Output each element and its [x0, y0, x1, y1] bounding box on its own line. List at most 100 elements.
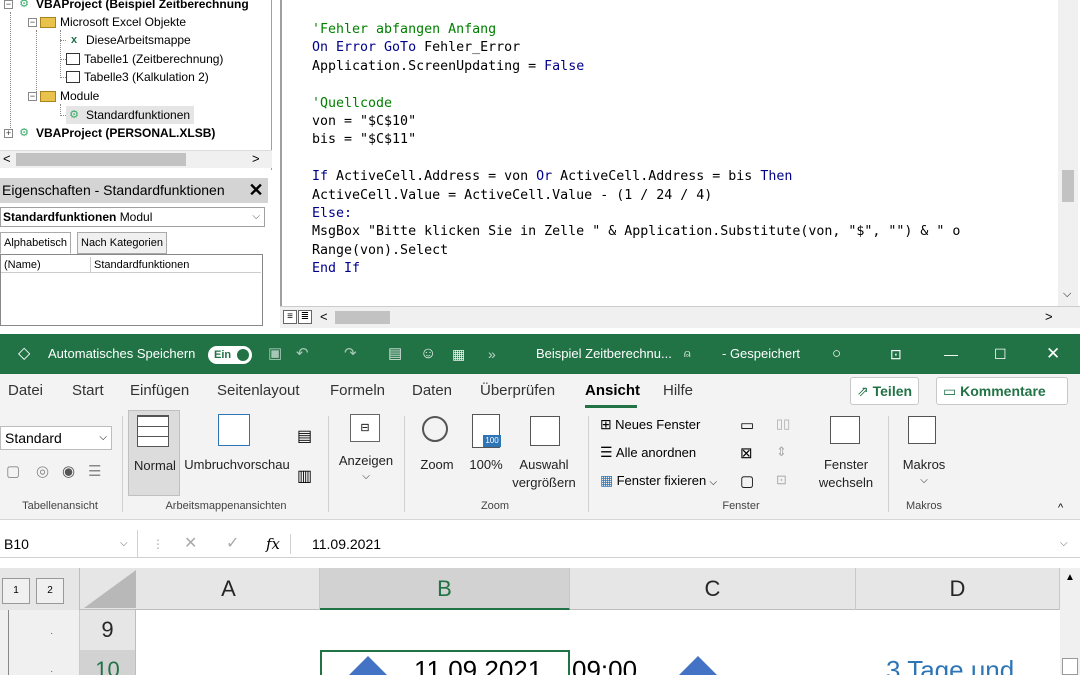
tab-datei[interactable]: Datei: [8, 374, 43, 410]
code-line[interactable]: If ActiveCell.Address = von Or ActiveCel…: [312, 168, 792, 186]
maximize-icon[interactable]: ☐: [994, 334, 1007, 374]
scroll-left-icon[interactable]: <: [320, 309, 328, 324]
tab-seitenlayout[interactable]: Seitenlayout: [217, 374, 300, 410]
code-line[interactable]: bis = "$C$11": [312, 131, 416, 149]
formula-input[interactable]: 11.09.2021: [312, 530, 381, 558]
side-by-side-icon[interactable]: ▯▯: [776, 416, 790, 432]
row-header-9[interactable]: 9: [80, 610, 136, 650]
procedure-view-icon[interactable]: ≡: [283, 310, 297, 324]
zoom-selection-button[interactable]: Auswahl vergrößern: [508, 410, 580, 496]
column-header-a[interactable]: A: [138, 568, 320, 610]
switch-windows-button[interactable]: Fenster wechseln: [810, 410, 882, 496]
tab-kategorien[interactable]: Nach Kategorien: [77, 232, 167, 254]
spin-up-icon[interactable]: [346, 656, 390, 675]
confirm-icon[interactable]: ✓: [226, 530, 239, 558]
tree-node-vbaproject[interactable]: − ⚙ VBAProject (Beispiel Zeitberechnung: [4, 0, 249, 13]
tab-daten[interactable]: Daten: [412, 374, 452, 410]
normal-view-button[interactable]: Normal: [128, 410, 180, 496]
code-line[interactable]: 'Fehler abfangen Anfang: [312, 21, 496, 39]
zoom-100-button[interactable]: 100 100%: [464, 410, 508, 496]
new-view-icon[interactable]: ◉: [62, 462, 75, 480]
code-line[interactable]: End If: [312, 260, 360, 278]
explorer-hscrollbar[interactable]: < >: [0, 150, 272, 168]
collapse-icon[interactable]: −: [28, 91, 37, 101]
cell-d10[interactable]: 3 Tage und: [886, 650, 1014, 675]
close-window-icon[interactable]: ✕: [1046, 334, 1060, 374]
code-vscrollbar[interactable]: ⌵: [1058, 0, 1078, 310]
scrollbar-thumb[interactable]: [1062, 658, 1078, 675]
tree-node-modules[interactable]: − Module: [28, 87, 99, 105]
autosave-toggle[interactable]: Ein: [208, 346, 252, 364]
document-title[interactable]: Beispiel Zeitberechnu...: [536, 334, 672, 374]
cell-c10[interactable]: 09:00: [572, 650, 637, 675]
name-box[interactable]: B10: [0, 530, 138, 558]
ribbon-display-icon[interactable]: ⊡: [890, 334, 902, 374]
scrollbar-thumb[interactable]: [335, 311, 390, 324]
unhide-icon[interactable]: ▢: [740, 472, 754, 490]
page-layout-icon[interactable]: ▤: [297, 426, 312, 446]
code-line[interactable]: ActiveCell.Value = ActiveCell.Value - (1…: [312, 187, 712, 205]
column-header-c[interactable]: C: [570, 568, 856, 610]
tab-einfuegen[interactable]: Einfügen: [130, 374, 189, 410]
column-header-b[interactable]: B: [320, 568, 570, 610]
macros-button[interactable]: Makros ⌵: [896, 410, 952, 496]
redo-icon[interactable]: ↷: [344, 334, 357, 374]
more-commands-icon[interactable]: »: [488, 334, 496, 374]
save-icon[interactable]: ▣: [268, 334, 282, 374]
code-line[interactable]: von = "$C$10": [312, 113, 416, 131]
comments-button[interactable]: ▭ Kommentare: [936, 377, 1068, 405]
scroll-left-icon[interactable]: <: [3, 151, 11, 166]
smiley-icon[interactable]: ☺: [420, 334, 436, 374]
split-icon[interactable]: ▭: [740, 416, 754, 434]
code-line[interactable]: Range(von).Select: [312, 242, 448, 260]
code-line[interactable]: MsgBox "Bitte klicken Sie in Zelle " & A…: [312, 223, 960, 241]
tab-ueberpruefen[interactable]: Überprüfen: [480, 374, 555, 410]
scroll-down-icon[interactable]: ⌵: [1063, 288, 1071, 301]
page-break-preview-button[interactable]: Umbruchvorschau: [182, 410, 292, 496]
print-preview-icon[interactable]: ▤: [388, 334, 402, 374]
row-header-10[interactable]: 10: [80, 650, 136, 675]
code-window[interactable]: 'Fehler abfangen Anfang On Error GoTo Feh…: [280, 0, 1080, 328]
options-icon[interactable]: ☰: [88, 462, 101, 480]
tree-node-excel-objects[interactable]: − Microsoft Excel Objekte: [28, 13, 186, 31]
scrollbar-thumb[interactable]: [1062, 170, 1074, 202]
custom-views-icon[interactable]: ▥: [297, 466, 312, 486]
prop-value[interactable]: Standardfunktionen: [91, 257, 261, 273]
collapse-ribbon-icon[interactable]: ^: [1058, 502, 1063, 514]
new-window-button[interactable]: ⊞ Neues Fenster: [600, 416, 700, 436]
expand-icon[interactable]: +: [4, 128, 13, 138]
code-line[interactable]: Application.ScreenUpdating = False: [312, 58, 584, 76]
tab-start[interactable]: Start: [72, 374, 104, 410]
column-header-d[interactable]: D: [856, 568, 1060, 610]
scroll-right-icon[interactable]: >: [252, 151, 260, 166]
expand-formula-icon[interactable]: ⌵: [1060, 530, 1068, 558]
tree-node-sheet3[interactable]: Tabelle3 (Kalkulation 2): [66, 68, 209, 86]
cancel-icon[interactable]: ✕: [184, 530, 197, 558]
reset-position-icon[interactable]: ⊡: [776, 472, 787, 488]
code-line[interactable]: Else:: [312, 205, 352, 223]
collapse-icon[interactable]: −: [4, 0, 13, 9]
scroll-right-icon[interactable]: >: [1045, 309, 1053, 324]
close-icon[interactable]: ✕: [246, 180, 266, 200]
form-icon[interactable]: ▦: [452, 334, 465, 374]
object-select[interactable]: Standardfunktionen Modul ⌵: [0, 207, 265, 227]
freeze-panes-button[interactable]: ▦ Fenster fixieren ⌵: [600, 472, 717, 492]
code-line[interactable]: 'Quellcode: [312, 95, 392, 113]
collapse-icon[interactable]: −: [28, 17, 37, 27]
hide-icon[interactable]: ⊠: [740, 444, 753, 462]
scrollbar-thumb[interactable]: [16, 153, 186, 166]
outline-level-1-button[interactable]: 1: [2, 578, 30, 604]
show-button[interactable]: ⊟ Anzeigen ⌵: [334, 410, 398, 496]
spin-up-icon[interactable]: [676, 656, 720, 675]
outline-level-2-button[interactable]: 2: [36, 578, 64, 604]
tree-node-module-standardfunktionen[interactable]: ⚙ Standardfunktionen: [66, 106, 195, 124]
select-all-button[interactable]: [84, 570, 136, 608]
exit-view-icon[interactable]: ◎: [36, 462, 49, 480]
undo-icon[interactable]: ↶: [296, 334, 309, 374]
tab-hilfe[interactable]: Hilfe: [663, 374, 693, 410]
minimize-icon[interactable]: —: [944, 334, 958, 374]
tree-node-personal[interactable]: + ⚙ VBAProject (PERSONAL.XLSB): [4, 124, 215, 142]
code-line[interactable]: On Error GoTo Fehler_Error: [312, 39, 520, 57]
tab-alphabetisch[interactable]: Alphabetisch: [0, 232, 71, 254]
arrange-all-button[interactable]: ☰ Alle anordnen: [600, 444, 696, 464]
